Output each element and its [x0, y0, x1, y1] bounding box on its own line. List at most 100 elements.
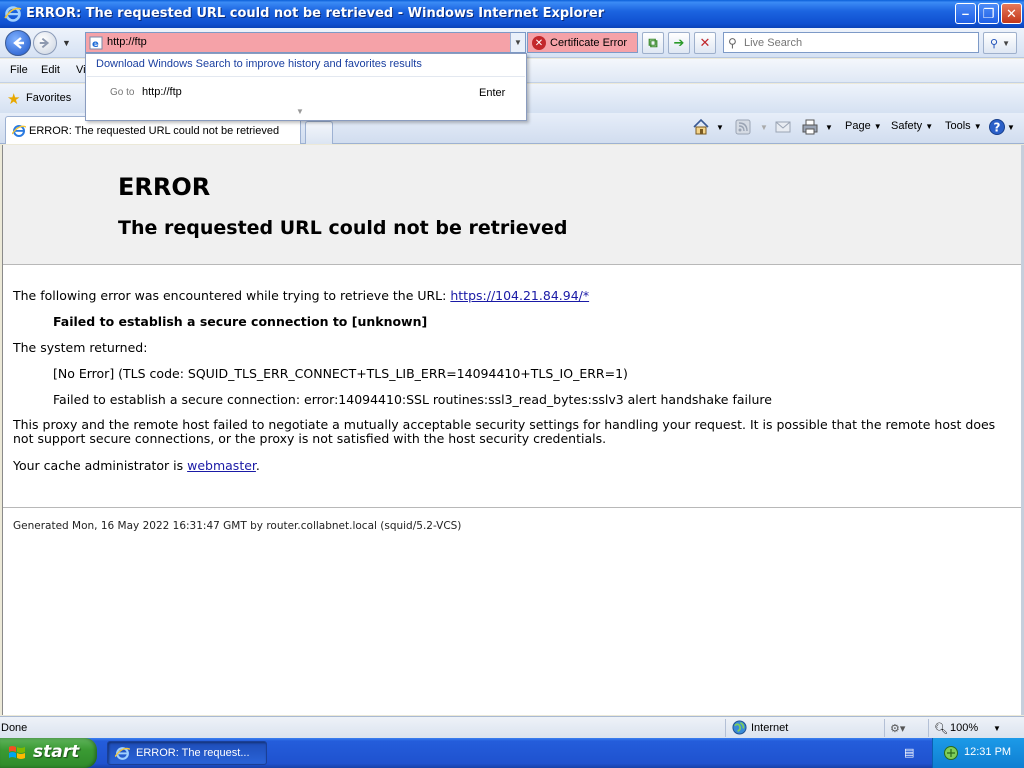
compatibility-icon: ⧉ [648, 35, 658, 50]
compatibility-view-button[interactable]: ⧉ [642, 32, 664, 54]
browser-window: ERROR: The requested URL could not be re… [0, 0, 1024, 738]
taskbar-item-label: ERROR: The request... [136, 747, 250, 759]
tools-menu-chevron-icon: ▼ [973, 122, 982, 131]
requested-url-link[interactable]: https://104.21.84.94/* [450, 288, 589, 303]
go-arrow-icon: ➔ [673, 35, 685, 50]
back-button[interactable] [5, 30, 31, 56]
page-menu-chevron-icon: ▼ [873, 122, 882, 131]
tab-ie-icon [12, 125, 26, 137]
ssl-error-detail: Failed to establish a secure connection:… [53, 392, 772, 407]
status-divider [725, 719, 726, 737]
safety-menu-chevron-icon: ▼ [925, 122, 934, 131]
expand-suggestions-icon[interactable]: ▼ [296, 107, 304, 116]
print-icon[interactable] [801, 118, 819, 136]
address-bar[interactable]: e http://ftp ▼ [85, 32, 526, 53]
favorites-star-icon[interactable]: ★ [7, 90, 20, 108]
start-button[interactable]: start [0, 738, 97, 768]
security-zone-label: Internet [751, 722, 789, 734]
new-tab-button[interactable] [305, 121, 333, 144]
status-text: Done [1, 722, 28, 734]
home-icon[interactable] [692, 118, 710, 136]
page-menu-label: Page [845, 120, 871, 132]
safety-menu-label: Safety [891, 120, 923, 132]
zoom-icon: 🔍︎ [934, 723, 948, 735]
admin-prefix-text: Your cache administrator is [13, 458, 188, 473]
address-url[interactable]: http://ftp [107, 36, 147, 48]
failed-connection-message: Failed to establish a secure connection … [53, 314, 428, 329]
webmaster-link[interactable]: webmaster [187, 458, 256, 473]
error-heading: ERROR [118, 173, 211, 201]
windows-flag-icon [9, 746, 25, 759]
taskbar-item-ie[interactable]: ERROR: The request... [107, 741, 267, 765]
start-label: start [33, 742, 80, 762]
windows-search-tip-link[interactable]: Download Windows Search to improve histo… [96, 58, 422, 70]
internet-zone-globe-icon [732, 720, 747, 735]
keyboard-layout-icon[interactable]: ▤ [904, 746, 920, 760]
feeds-icon[interactable] [734, 118, 752, 136]
zoom-dropdown-icon[interactable]: ▼ [993, 724, 1001, 733]
error-intro-text: The following error was encountered whil… [13, 288, 451, 303]
error-header: ERROR The requested URL could not be ret… [3, 145, 1022, 265]
tools-menu[interactable]: Tools ▼ [945, 120, 982, 132]
zoom-level[interactable]: 100% [950, 722, 978, 734]
goto-label: Go to [110, 87, 135, 98]
explanation-paragraph: This proxy and the remote host failed to… [13, 417, 996, 446]
address-dropdown-icon[interactable]: ▼ [510, 33, 525, 52]
status-divider [884, 719, 885, 737]
search-options-dropdown-icon[interactable]: ▼ [1002, 39, 1010, 48]
window-title: ERROR: The requested URL could not be re… [26, 6, 605, 21]
protected-mode-icon[interactable]: ⚙▾ [890, 722, 905, 735]
go-button[interactable]: ➔ [668, 32, 690, 54]
magnifier-icon: ⚲ [990, 37, 999, 50]
dropdown-divider [87, 76, 525, 77]
help-dropdown-icon[interactable]: ▼ [1007, 123, 1015, 132]
svg-text:e: e [92, 39, 99, 50]
search-button[interactable]: ⚲ ▼ [983, 32, 1017, 54]
goto-url-suggestion[interactable]: http://ftp [142, 86, 182, 98]
admin-suffix-text: . [255, 458, 260, 473]
taskbar: start ERROR: The request... ▤ 12:31 PM [0, 738, 1024, 768]
forward-arrow-icon [39, 37, 50, 49]
search-icon: ⚲ [728, 36, 737, 50]
stop-button[interactable]: ✕ [694, 32, 716, 54]
clock[interactable]: 12:31 PM [964, 746, 1011, 758]
favorites-button[interactable]: Favorites [26, 92, 71, 104]
admin-paragraph: Your cache administrator is webmaster. [13, 458, 260, 473]
stop-icon: ✕ [699, 35, 711, 50]
error-subheading: The requested URL could not be retrieved [118, 217, 568, 239]
menu-file[interactable]: File [10, 64, 28, 76]
status-divider [928, 719, 929, 737]
help-icon[interactable]: ? [988, 118, 1006, 136]
menu-edit[interactable]: Edit [41, 64, 60, 76]
maximize-button[interactable]: ❐ [978, 3, 999, 24]
system-returned-label: The system returned: [13, 340, 148, 355]
certificate-error-button[interactable]: ✕ Certificate Error [527, 32, 638, 53]
safety-menu[interactable]: Safety ▼ [891, 120, 933, 132]
error-intro-paragraph: The following error was encountered whil… [13, 288, 589, 303]
tls-error-code: [No Error] (TLS code: SQUID_TLS_ERR_CONN… [53, 366, 628, 381]
minimize-icon: – [961, 6, 970, 21]
feeds-dropdown-icon[interactable]: ▼ [760, 123, 768, 132]
search-input[interactable] [744, 35, 974, 50]
mail-icon[interactable] [774, 118, 792, 136]
home-dropdown-icon[interactable]: ▼ [716, 123, 724, 132]
print-dropdown-icon[interactable]: ▼ [825, 123, 833, 132]
title-bar[interactable]: ERROR: The requested URL could not be re… [0, 0, 1024, 28]
close-button[interactable]: ✕ [1001, 3, 1022, 24]
tab-label: ERROR: The requested URL could not be re… [29, 125, 280, 137]
restore-icon: ❐ [982, 5, 995, 21]
page-content: ERROR The requested URL could not be ret… [2, 145, 1022, 715]
address-autocomplete-dropdown: Download Windows Search to improve histo… [85, 53, 527, 121]
network-tray-icon[interactable] [943, 745, 959, 761]
footer-divider [3, 507, 1022, 508]
taskbar-ie-icon [115, 747, 130, 760]
system-tray: 12:31 PM [932, 738, 1024, 768]
certificate-error-label: Certificate Error [550, 37, 628, 49]
minimize-button[interactable]: – [955, 3, 976, 24]
page-menu[interactable]: Page ▼ [845, 120, 882, 132]
close-icon: ✕ [1006, 5, 1017, 21]
ie-logo-icon [4, 6, 22, 22]
forward-button[interactable] [33, 31, 57, 55]
search-box[interactable]: ⚲ [723, 32, 979, 53]
recent-pages-dropdown-icon[interactable]: ▼ [62, 38, 71, 48]
